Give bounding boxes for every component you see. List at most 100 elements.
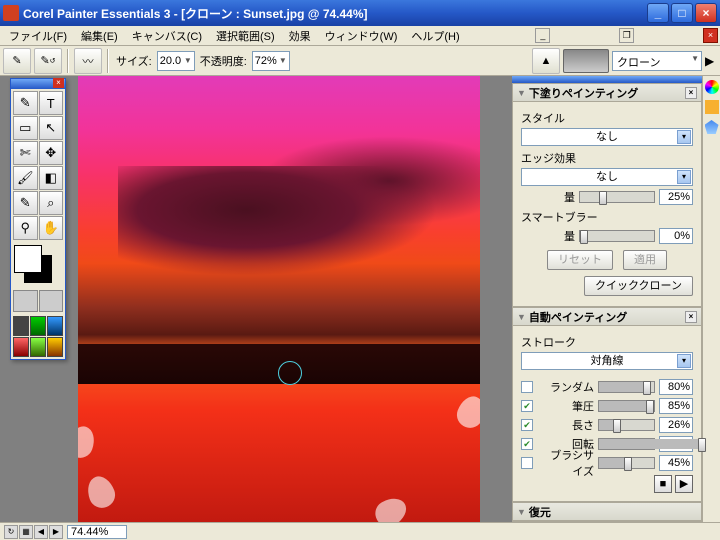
row-value[interactable]: 45% — [659, 455, 693, 471]
row-slider[interactable] — [598, 400, 655, 412]
transform-tool[interactable]: ↖ — [39, 116, 64, 140]
gradient-swatch[interactable] — [13, 337, 29, 357]
blur-slider[interactable] — [579, 230, 655, 242]
panel-header[interactable] — [512, 76, 702, 83]
eraser-tool[interactable]: ◧ — [39, 166, 64, 190]
palette-header[interactable]: × — [11, 79, 65, 89]
row-checkbox[interactable] — [521, 457, 533, 469]
panel-title-bar[interactable]: ▼下塗りペインティング× — [513, 84, 701, 102]
row-checkbox[interactable]: ✔ — [521, 419, 533, 431]
row-value[interactable]: 85% — [659, 398, 693, 414]
palette-close-button[interactable]: × — [53, 78, 64, 88]
panel-title-bar[interactable]: ▼復元 — [513, 503, 701, 521]
menu-select[interactable]: 選択範囲(S) — [209, 26, 282, 46]
color-swatch[interactable] — [14, 245, 62, 285]
gradient-swatch[interactable] — [13, 316, 29, 336]
gradient-swatch[interactable] — [30, 316, 46, 336]
doc-restore-button[interactable]: ❐ — [619, 28, 634, 43]
restore-panel: ▼復元 — [512, 502, 702, 522]
stroke-preview-button[interactable]: 〰 — [74, 48, 102, 74]
pencil-tool[interactable]: ✎ — [13, 191, 38, 215]
row-checkbox[interactable]: ✔ — [521, 400, 533, 412]
primary-color[interactable] — [14, 245, 42, 273]
menu-effects[interactable]: 効果 — [282, 26, 318, 46]
paper-texture-button[interactable] — [13, 290, 38, 312]
brush-menu-arrow[interactable]: ▶ — [705, 54, 717, 68]
edge-amount-label: 量 — [521, 189, 575, 205]
play-button[interactable]: ▶ — [675, 475, 693, 493]
nav-rotate-button[interactable]: ↻ — [4, 525, 18, 539]
hand-tool[interactable]: ✋ — [39, 216, 64, 240]
row-label: ブラシサイズ — [540, 447, 594, 479]
rect-select-tool[interactable]: ▭ — [13, 116, 38, 140]
text-tool[interactable]: T — [39, 91, 64, 115]
canvas[interactable] — [78, 76, 480, 522]
nav-grid-button[interactable]: ▦ — [19, 525, 33, 539]
nav-prev-button[interactable]: ◀ — [34, 525, 48, 539]
right-panel: ▼下塗りペインティング× スタイル なし▾ エッジ効果 なし▾ 量25% スマー… — [512, 76, 702, 522]
row-checkbox[interactable] — [521, 381, 533, 393]
dropdown-icon: ▼ — [691, 54, 699, 63]
close-button[interactable]: × — [695, 3, 717, 23]
paint-tool[interactable]: 🖌 — [13, 166, 38, 190]
edge-amount-slider[interactable] — [579, 191, 655, 203]
doc-close-button[interactable]: × — [703, 28, 718, 43]
dropdown-icon: ▼ — [184, 56, 192, 65]
color-sample-icon[interactable] — [705, 100, 719, 114]
gradient-swatch[interactable] — [30, 337, 46, 357]
brush-tool[interactable]: ✎ — [13, 91, 38, 115]
brush-reset-button[interactable]: ✎↺ — [34, 48, 62, 74]
row-checkbox[interactable]: ✔ — [521, 438, 533, 450]
crop-tool[interactable]: ✄ — [13, 141, 38, 165]
edge-label: エッジ効果 — [521, 150, 693, 166]
brush-category-field[interactable]: クローン▼ — [612, 51, 702, 71]
menu-help[interactable]: ヘルプ(H) — [404, 26, 466, 46]
brush-dab-preview[interactable] — [563, 49, 609, 73]
size-field[interactable]: 20.0▼ — [157, 51, 195, 71]
brush-selector-icon[interactable]: ▲ — [532, 48, 560, 74]
menu-window[interactable]: ウィンドウ(W) — [318, 26, 405, 46]
mixer-icon[interactable] — [705, 120, 719, 134]
gradient-swatch[interactable] — [47, 316, 63, 336]
zoom-field[interactable]: 74.44% — [67, 525, 127, 539]
stroke-combo[interactable]: 対角線▾ — [521, 352, 693, 370]
row-slider[interactable] — [598, 419, 655, 431]
dropper-tool[interactable]: ⌕ — [39, 191, 64, 215]
panel-title: 自動ペインティング — [529, 309, 627, 325]
color-wheel-icon[interactable] — [705, 80, 719, 94]
edge-combo[interactable]: なし▾ — [521, 168, 693, 186]
panel-title-bar[interactable]: ▼自動ペインティング× — [513, 308, 701, 326]
minimize-button[interactable]: _ — [647, 3, 669, 23]
style-label: スタイル — [521, 110, 693, 126]
maximize-button[interactable]: □ — [671, 3, 693, 23]
edge-amount-value[interactable]: 25% — [659, 189, 693, 205]
style-combo[interactable]: なし▾ — [521, 128, 693, 146]
move-tool[interactable]: ✥ — [39, 141, 64, 165]
opacity-field[interactable]: 72%▼ — [252, 51, 290, 71]
menu-file[interactable]: ファイル(F) — [2, 26, 74, 46]
style-value: なし — [596, 131, 618, 143]
apply-button[interactable]: 適用 — [623, 250, 667, 270]
brush-tracker-button[interactable]: ✎ — [3, 48, 31, 74]
row-slider[interactable] — [598, 381, 655, 393]
reset-button[interactable]: リセット — [547, 250, 613, 270]
doc-minimize-button[interactable]: _ — [535, 28, 550, 43]
magnifier-tool[interactable]: ⚲ — [13, 216, 38, 240]
menubar: ファイル(F) 編集(E) キャンバス(C) 選択範囲(S) 効果 ウィンドウ(… — [0, 26, 720, 46]
gradient-row — [11, 314, 65, 359]
row-label: 筆圧 — [540, 398, 594, 414]
row-slider[interactable] — [598, 438, 655, 450]
blur-value[interactable]: 0% — [659, 228, 693, 244]
quick-clone-button[interactable]: クイッククローン — [584, 276, 693, 296]
gradient-swatch[interactable] — [47, 337, 63, 357]
pattern-button[interactable] — [39, 290, 64, 312]
panel-close-button[interactable]: × — [685, 87, 697, 99]
row-slider[interactable] — [598, 457, 655, 469]
panel-close-button[interactable]: × — [685, 311, 697, 323]
menu-canvas[interactable]: キャンバス(C) — [125, 26, 209, 46]
row-value[interactable]: 80% — [659, 379, 693, 395]
menu-edit[interactable]: 編集(E) — [74, 26, 125, 46]
row-value[interactable]: 26% — [659, 417, 693, 433]
nav-next-button[interactable]: ▶ — [49, 525, 63, 539]
stop-button[interactable]: ■ — [654, 475, 672, 493]
